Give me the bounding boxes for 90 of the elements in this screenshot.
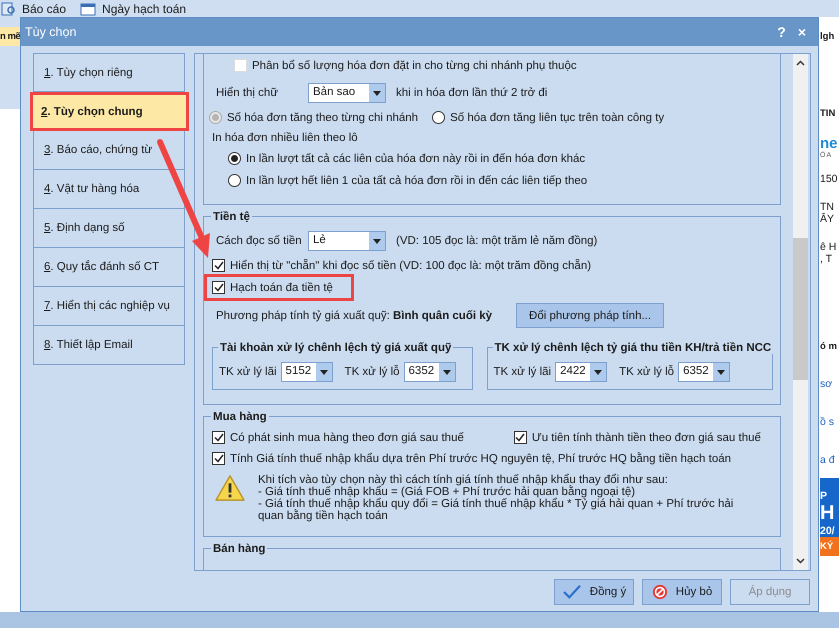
check-icon	[214, 261, 224, 270]
nav-item[interactable]: 4. Vật tư hàng hóa	[33, 170, 185, 209]
change-method-button[interactable]: Đổi phương pháp tính...	[516, 303, 664, 328]
dropdown[interactable]: 6352	[678, 362, 730, 382]
check-icon	[214, 433, 224, 442]
background-text: TN	[820, 201, 834, 213]
section-title: Tiền tệ	[211, 211, 252, 223]
checkbox[interactable]	[212, 452, 225, 465]
checkbox[interactable]	[212, 431, 225, 444]
background-text: 20/	[820, 525, 839, 537]
check-icon	[515, 433, 526, 442]
background-text: H	[820, 502, 839, 525]
calendar-icon[interactable]	[80, 2, 96, 16]
dropdown[interactable]: 5152	[280, 362, 333, 382]
scrollbar[interactable]	[793, 54, 808, 570]
checkbox-label[interactable]: Có phát sinh mua hàng theo đơn giá sau thuế	[230, 432, 464, 444]
background-text: TIN	[820, 108, 836, 119]
checkmark-icon	[562, 584, 582, 600]
nav-item[interactable]: 2. Tùy chọn chung	[30, 92, 189, 131]
dropdown[interactable]: Bản sao	[308, 83, 386, 103]
check-icon	[214, 454, 224, 463]
field-label: Hiển thị chữ	[215, 87, 280, 99]
method-text: Phương pháp tính tỷ giá xuất quỹ: Bình quân cuối kỳ	[216, 310, 492, 322]
side-tab[interactable]: n mẽ	[0, 27, 22, 46]
background-text: ồ s	[820, 416, 834, 428]
dropdown[interactable]: Lẻ	[308, 231, 386, 251]
field-label: TK xử lý lỗ	[619, 366, 674, 378]
background-text: a đ	[820, 454, 835, 466]
checkbox-label[interactable]: Hạch toán đa tiền tệ	[230, 282, 333, 294]
check-icon	[214, 283, 224, 292]
field-label: TK xử lý lãi	[494, 366, 552, 378]
checkbox-label[interactable]: Hiển thị từ "chẵn" khi đọc số tiền (VD: 100 đọc là: một trăm đồng chẵn)	[230, 260, 592, 272]
nav-item[interactable]: 1. Tùy chọn riêng	[33, 53, 185, 92]
dialog-button[interactable]: Hủy bỏ	[642, 579, 722, 605]
menu-item[interactable]: Ngày hạch toán	[102, 2, 186, 16]
window-title: Tùy chọn	[25, 25, 78, 39]
radio-label[interactable]: Số hóa đơn tăng liên tục trên toàn công ty	[450, 112, 664, 124]
caret-icon	[320, 370, 328, 374]
section-title: Bán hàng	[211, 543, 268, 556]
field-label: Cách đọc số tiền	[215, 235, 303, 247]
checkbox-label[interactable]: Phân bổ số lượng hóa đơn đặt in cho từng chi nhánh phụ thuộc	[252, 60, 577, 72]
nav-item[interactable]: 5. Định dạng số	[33, 209, 185, 248]
nav-item[interactable]: 3. Báo cáo, chứng từ	[33, 131, 185, 170]
field-label: TK xử lý lãi	[219, 366, 277, 378]
hint-text: (VD: 105 đọc là: một trăm lẻ năm đồng)	[396, 235, 598, 247]
radio-label[interactable]: In lần lượt hết liên 1 của tất cả hóa đơn rồi in đến các liên tiếp theo	[246, 174, 588, 186]
nav-item[interactable]: 8. Thiết lập Email	[33, 326, 185, 365]
group-title: TK xử lý chênh lệch tỷ giá thu tiền KH/trả tiền NCC	[492, 342, 774, 354]
dropdown[interactable]: 2422	[555, 362, 608, 382]
caret-icon	[717, 370, 726, 374]
dropdown[interactable]: 6352	[404, 362, 456, 382]
nav-item[interactable]: 7. Hiển thị các nghiệp vụ	[33, 287, 185, 326]
caret-icon	[442, 370, 451, 374]
background-text: ne	[820, 135, 838, 152]
caret-icon	[373, 90, 381, 96]
checkbox-label[interactable]: Ưu tiên tính thành tiền theo đơn giá sau thuế	[532, 432, 761, 444]
radio-button[interactable]	[228, 152, 241, 165]
field-label: TK xử lý lỗ	[344, 366, 400, 378]
no-entry-icon	[652, 584, 668, 600]
background-text: ê H	[820, 241, 836, 253]
radio-button[interactable]	[228, 174, 241, 187]
group-label: In hóa đơn nhiều liên theo lô	[212, 132, 358, 144]
background-text: sơ	[820, 378, 832, 390]
checkbox[interactable]	[212, 281, 225, 294]
report-icon[interactable]	[0, 2, 16, 16]
section-title: Mua hàng	[211, 411, 269, 423]
background-text: , T	[820, 253, 832, 265]
warning-text: Khi tích vào tùy chọn này thì cách tính giá tính thuế nhập khẩu thay đổi như sau: - Giá tính thuế nhập khẩu = (Giá FOB + Phí trước hải quan bằng ngoại tệ) - Giá tính thuế nhập khẩu quy đổi = Giá tính thuế nhập khẩu * Tỷ giá hải quan + Phí trước hải quan bằng tiền hạch toán	[258, 474, 734, 522]
hint-text: khi in hóa đơn lần thứ 2 trở đi	[396, 87, 548, 99]
background-text: ó m	[820, 341, 837, 352]
dialog-button[interactable]: Đồng ý	[554, 579, 634, 605]
scroll-down-icon[interactable]	[796, 558, 805, 564]
group-title: Tài khoản xử lý chênh lệch tỷ giá xuất quỹ	[218, 342, 454, 354]
background-text: KÝ	[820, 537, 839, 556]
background-text: ÂY	[820, 213, 834, 225]
background-text: 150	[820, 173, 838, 185]
checkbox-label[interactable]: Tính Giá tính thuế nhập khẩu dựa trên Phí trước HQ nguyên tệ, Phí trước HQ bằng tiền hạch toán	[230, 452, 732, 464]
radio-label[interactable]: In lần lượt tất cả các liên của hóa đơn này rồi in đến hóa đơn khác	[246, 152, 586, 164]
nav-item[interactable]: 6. Quy tắc đánh số CT	[33, 248, 185, 287]
scroll-up-icon[interactable]	[796, 60, 805, 66]
caret-icon	[594, 370, 602, 374]
background-text: lgh	[820, 31, 834, 42]
checkbox[interactable]	[212, 259, 225, 272]
background-text: P	[820, 478, 839, 502]
radio-button[interactable]	[432, 111, 446, 124]
caret-icon	[373, 238, 381, 244]
menu-item[interactable]: Báo cáo	[22, 2, 66, 16]
warning-icon	[214, 474, 246, 502]
scroll-thumb[interactable]	[793, 238, 808, 380]
checkbox[interactable]	[514, 431, 527, 444]
